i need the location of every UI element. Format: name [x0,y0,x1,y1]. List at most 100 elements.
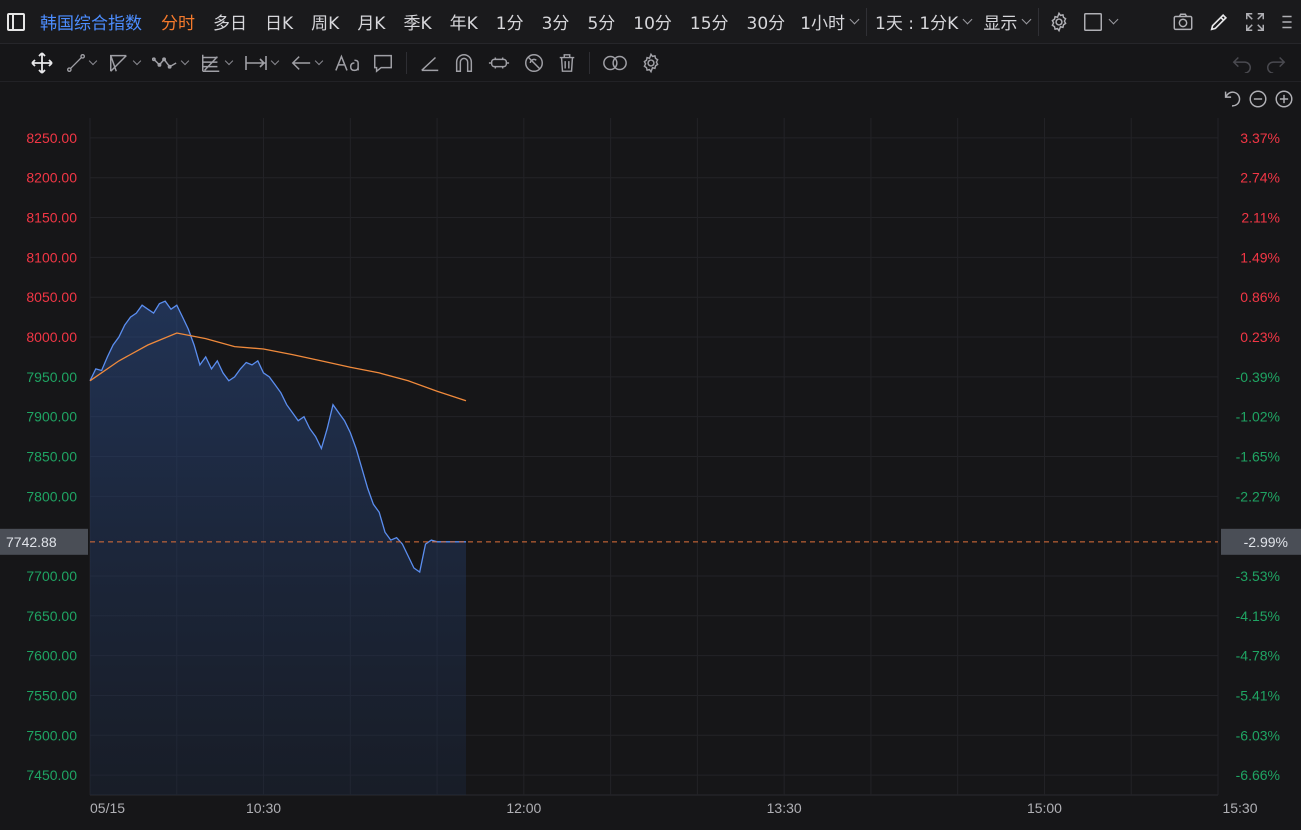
comment-icon [374,54,392,73]
channel-tool[interactable] [102,44,146,82]
tab-5min[interactable]: 5分 [578,9,624,34]
arrow-tool[interactable] [284,44,328,82]
more-button[interactable] [1273,0,1301,44]
text-tool[interactable] [328,44,366,82]
y-left-label: 7500.00 [26,727,77,743]
draw-button[interactable] [1201,0,1237,44]
display-dropdown-label: 显示 [983,14,1018,34]
trend-line-icon [67,53,85,72]
period-dropdown[interactable]: 1天 : 1分K [869,9,977,34]
redo-button[interactable] [1259,44,1293,82]
tab-1min[interactable]: 1分 [487,9,533,34]
price-area-fill [90,301,466,795]
range-icon [245,55,267,70]
zoom-in-icon[interactable] [1273,88,1295,110]
gear-icon [643,52,659,73]
delete-drawing-tool[interactable] [551,44,583,82]
y-left-label: 7950.00 [26,369,77,385]
y-left-label: 7850.00 [26,449,77,465]
divider [406,51,407,74]
y-left-label: 7600.00 [26,648,77,664]
hide-drawing-tool[interactable] [517,44,551,82]
y-right-label: 1.49% [1240,249,1280,265]
tab-intraday[interactable]: 分时 [152,9,204,34]
chevron-down-icon [1021,14,1032,25]
chevron-down-icon [224,56,234,65]
chevron-down-icon [962,14,973,25]
magnet-tool[interactable] [447,44,481,82]
redo-icon [1267,56,1286,73]
move-tool[interactable] [24,44,60,82]
chevron-down-icon [849,14,860,25]
y-left-label: 7650.00 [26,608,77,624]
y-right-label: -6.03% [1236,727,1280,743]
undo-icon [1232,56,1251,73]
x-axis-label: 15:00 [1027,800,1062,816]
zoom-controls [1221,88,1295,110]
divider [1038,7,1040,36]
y-left-label: 8050.00 [26,289,77,305]
period-dropdown-label: 1天 : 1分K [875,14,959,34]
fullscreen-button[interactable] [1237,0,1273,44]
wave-tool[interactable] [146,44,194,82]
interval-dropdown[interactable]: 1小时 [794,9,864,34]
magnet-icon [455,53,473,72]
top-right-actions [1165,0,1301,44]
y-right-label: -4.78% [1236,648,1280,664]
line-tool[interactable] [60,44,102,82]
tab-10min[interactable]: 10分 [624,9,681,34]
period-tabs: 分时 多日 日K 周K 月K 季K 年K 1分 3分 5分 10分 15分 30… [152,0,794,44]
tab-weekly-k[interactable]: 周K [302,9,348,34]
undo-button[interactable] [1225,44,1259,82]
drawing-settings-tool[interactable] [634,44,668,82]
arrow-left-icon [291,55,311,70]
screenshot-button[interactable] [1165,0,1201,44]
compare-tool[interactable] [596,44,634,82]
divider [589,51,590,74]
pencil-icon [1210,13,1228,31]
layout-dropdown-button[interactable] [1077,0,1121,44]
reset-icon[interactable] [1221,88,1243,110]
display-dropdown[interactable]: 显示 [977,9,1036,34]
tab-multi-day[interactable]: 多日 [204,9,256,34]
y-right-label: -2.27% [1236,488,1280,504]
tab-15min[interactable]: 15分 [681,9,738,34]
y-right-label: 3.37% [1240,130,1280,146]
tab-30min[interactable]: 30分 [738,9,795,34]
index-title[interactable]: 韩国综合指数 [32,9,152,34]
angle-tool[interactable] [413,44,447,82]
y-right-label: 2.74% [1240,170,1280,186]
y-right-label: -0.39% [1236,369,1280,385]
chevron-down-icon [314,56,324,65]
zoom-out-icon[interactable] [1247,88,1269,110]
y-right-label: -1.02% [1236,409,1280,425]
y-right-label: -1.65% [1236,449,1280,465]
move-icon [31,51,53,74]
sidebar-toggle-button[interactable] [0,0,32,44]
settings-button[interactable] [1041,0,1077,44]
camera-icon [1173,13,1193,31]
trash-icon [559,53,575,72]
wave-icon [152,56,177,69]
y-left-label: 8150.00 [26,210,77,226]
tab-daily-k[interactable]: 日K [256,9,302,34]
y-left-label: 8100.00 [26,249,77,265]
lock-drawing-tool[interactable] [481,44,517,82]
fib-tool[interactable] [194,44,238,82]
note-tool[interactable] [366,44,400,82]
tab-yearly-k[interactable]: 年K [441,9,487,34]
tab-3min[interactable]: 3分 [533,9,579,34]
chevron-down-icon [132,56,142,65]
square-icon [1083,12,1102,31]
intraday-chart[interactable]: 8250.00 3.37% 8200.00 2.74% 8150.00 2.11% 8100… [0,0,1301,830]
more-lines-icon [1282,15,1292,29]
eye-off-icon [525,53,543,72]
chevron-down-icon [270,56,280,65]
tab-monthly-k[interactable]: 月K [348,9,394,34]
tab-quarterly-k[interactable]: 季K [394,9,440,34]
y-left-label: 7550.00 [26,687,77,703]
x-axis-label: 12:00 [506,800,541,816]
y-right-label: 2.11% [1241,210,1280,226]
measure-tool[interactable] [238,44,284,82]
x-axis-label: 10:30 [246,800,281,816]
